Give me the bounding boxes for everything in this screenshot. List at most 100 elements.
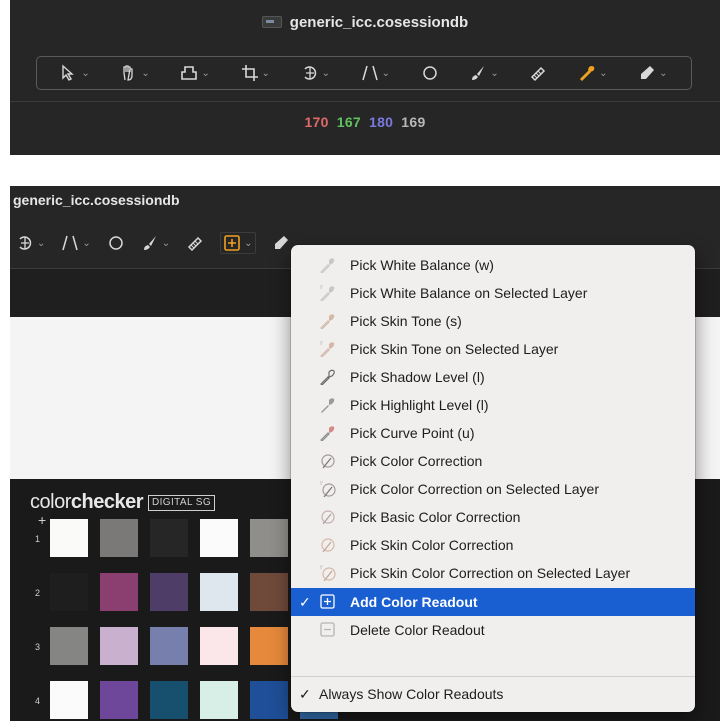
- color-swatch[interactable]: [150, 681, 188, 719]
- menu-item-pick-skin-color-correction-selected-layer[interactable]: Pick Skin Color Correction on Selected L…: [291, 559, 695, 587]
- bottom-toolbar: ⌄ ⌄ ⌄ ⌄: [10, 230, 290, 256]
- brush-dropdown-icon[interactable]: ⌄: [490, 68, 498, 79]
- row-label: 2: [35, 588, 41, 598]
- checkmark-icon: ✓: [299, 593, 311, 610]
- keystone-dropdown-icon[interactable]: ⌄: [82, 238, 90, 249]
- toolbar-divider: [10, 101, 720, 102]
- eraser-tool[interactable]: [186, 234, 204, 252]
- color-swatch[interactable]: [100, 627, 138, 665]
- color-swatch[interactable]: [200, 573, 238, 611]
- stamp-icon: [181, 66, 198, 80]
- menu-item-pick-highlight-level[interactable]: Pick Highlight Level (l): [291, 391, 695, 419]
- readout-blue-value: 180: [369, 114, 394, 130]
- brush-tool[interactable]: ⌄: [141, 234, 170, 252]
- menu-item-pick-skin-tone-selected-layer[interactable]: Pick Skin Tone on Selected Layer: [291, 335, 695, 363]
- add-color-readout-icon: [320, 594, 335, 609]
- color-swatch[interactable]: [50, 681, 88, 719]
- color-swatch[interactable]: [200, 681, 238, 719]
- color-readout-tool[interactable]: ⌄: [220, 232, 256, 254]
- eraser-icon: [188, 236, 203, 252]
- rotate-dropdown-icon[interactable]: ⌄: [37, 238, 45, 249]
- white-balance-layer-picker-icon: [320, 285, 335, 301]
- color-picker-tool[interactable]: ⌄: [578, 64, 608, 82]
- color-correction-picker-icon: [321, 454, 335, 469]
- row-label: 3: [35, 642, 41, 652]
- top-toolbar: ⌄ ⌄ ⌄ ⌄ ⌄ ⌄ ⌄ ⌄ ⌄: [36, 56, 692, 90]
- color-swatch[interactable]: [250, 573, 288, 611]
- circle-tool[interactable]: [421, 64, 439, 82]
- color-swatch[interactable]: [100, 519, 138, 557]
- color-swatch[interactable]: [200, 519, 238, 557]
- circle-tool[interactable]: [107, 234, 125, 252]
- keystone-tool[interactable]: ⌄: [61, 234, 91, 252]
- color-swatch[interactable]: [200, 627, 238, 665]
- rotate-tool[interactable]: ⌄: [301, 64, 330, 82]
- menu-item-pick-skin-tone[interactable]: Pick Skin Tone (s): [291, 307, 695, 335]
- crop-dropdown-icon[interactable]: ⌄: [262, 68, 270, 79]
- color-checker-header: colorchecker DIGITAL SG: [30, 491, 215, 514]
- color-readout-values: 170 167 180 169: [10, 114, 720, 140]
- brush-icon: [472, 66, 485, 80]
- eraser-tool[interactable]: [529, 64, 547, 82]
- hand-dropdown-icon[interactable]: ⌄: [141, 68, 149, 79]
- menu-item-pick-color-correction-selected-layer[interactable]: Pick Color Correction on Selected Layer: [291, 475, 695, 503]
- menu-item-delete-color-readout[interactable]: Delete Color Readout: [291, 616, 695, 644]
- brush-tool[interactable]: ⌄: [469, 64, 499, 82]
- keystone-dropdown-icon[interactable]: ⌄: [382, 68, 390, 79]
- color-swatch[interactable]: [250, 519, 288, 557]
- top-window: generic_icc.cosessiondb ⌄ ⌄ ⌄ ⌄ ⌄ ⌄ ⌄ ⌄ …: [10, 0, 720, 155]
- color-readout-icon: [224, 235, 240, 251]
- menu-item-always-show-color-readouts[interactable]: ✓ Always Show Color Readouts: [291, 680, 695, 708]
- eraser-icon: [531, 66, 546, 82]
- crop-tool[interactable]: ⌄: [241, 64, 270, 82]
- keystone-tool[interactable]: ⌄: [361, 64, 390, 82]
- rotate-dropdown-icon[interactable]: ⌄: [322, 68, 330, 79]
- delete-color-readout-icon: [320, 622, 335, 637]
- rotate-tool[interactable]: ⌄: [16, 234, 45, 252]
- color-swatch[interactable]: [250, 681, 288, 719]
- color-swatch[interactable]: [50, 573, 88, 611]
- keystone-icon: [62, 235, 79, 251]
- menu-item-pick-white-balance-selected-layer[interactable]: Pick White Balance on Selected Layer: [291, 279, 695, 307]
- color-swatch[interactable]: [50, 519, 88, 557]
- stamp-dropdown-icon[interactable]: ⌄: [201, 68, 209, 79]
- annotate-tool[interactable]: ⌄: [638, 64, 668, 82]
- color-checker-badge: DIGITAL SG: [147, 494, 215, 511]
- readout-green-value: 167: [336, 114, 361, 130]
- menu-item-pick-curve-point[interactable]: Pick Curve Point (u): [291, 419, 695, 447]
- menu-separator: [291, 676, 695, 677]
- row-label: 1: [35, 534, 41, 544]
- menu-item-pick-basic-color-correction[interactable]: Pick Basic Color Correction: [291, 503, 695, 531]
- menu-item-pick-skin-color-correction[interactable]: Pick Skin Color Correction: [291, 531, 695, 559]
- skin-tone-layer-picker-icon: [320, 341, 335, 357]
- menu-item-pick-color-correction[interactable]: Pick Color Correction: [291, 447, 695, 475]
- readout-luminance-value: 169: [401, 114, 426, 130]
- color-swatch[interactable]: [150, 519, 188, 557]
- brush-icon: [143, 236, 156, 250]
- menu-item-pick-shadow-level[interactable]: Pick Shadow Level (l): [291, 363, 695, 391]
- row-label: 4: [35, 696, 41, 706]
- pointer-tool[interactable]: ⌄: [60, 64, 90, 82]
- menu-item-pick-white-balance[interactable]: Pick White Balance (w): [291, 251, 695, 279]
- rotate-icon: [304, 66, 316, 80]
- annotate-dropdown-icon[interactable]: ⌄: [659, 68, 667, 79]
- stamp-tool[interactable]: ⌄: [180, 64, 210, 82]
- color-swatch[interactable]: [150, 627, 188, 665]
- menu-item-add-color-readout[interactable]: ✓ Add Color Readout: [291, 588, 695, 616]
- color-swatch[interactable]: [250, 627, 288, 665]
- color-swatch[interactable]: [100, 573, 138, 611]
- annotate-icon: [274, 236, 288, 249]
- picker-dropdown-icon[interactable]: ⌄: [599, 68, 607, 79]
- color-swatch[interactable]: [100, 681, 138, 719]
- hand-tool[interactable]: ⌄: [120, 64, 150, 82]
- color-swatch[interactable]: [150, 573, 188, 611]
- color-checker-brand: colorchecker: [30, 491, 143, 513]
- pointer-dropdown-icon[interactable]: ⌄: [81, 68, 89, 79]
- skin-tone-picker-icon: [320, 314, 335, 329]
- annotate-tool[interactable]: [272, 234, 290, 252]
- brush-dropdown-icon[interactable]: ⌄: [162, 238, 170, 249]
- hand-icon: [123, 65, 134, 81]
- color-readout-dropdown-icon[interactable]: ⌄: [244, 238, 252, 249]
- color-swatch[interactable]: [50, 627, 88, 665]
- color-correction-layer-picker-icon: [320, 481, 336, 497]
